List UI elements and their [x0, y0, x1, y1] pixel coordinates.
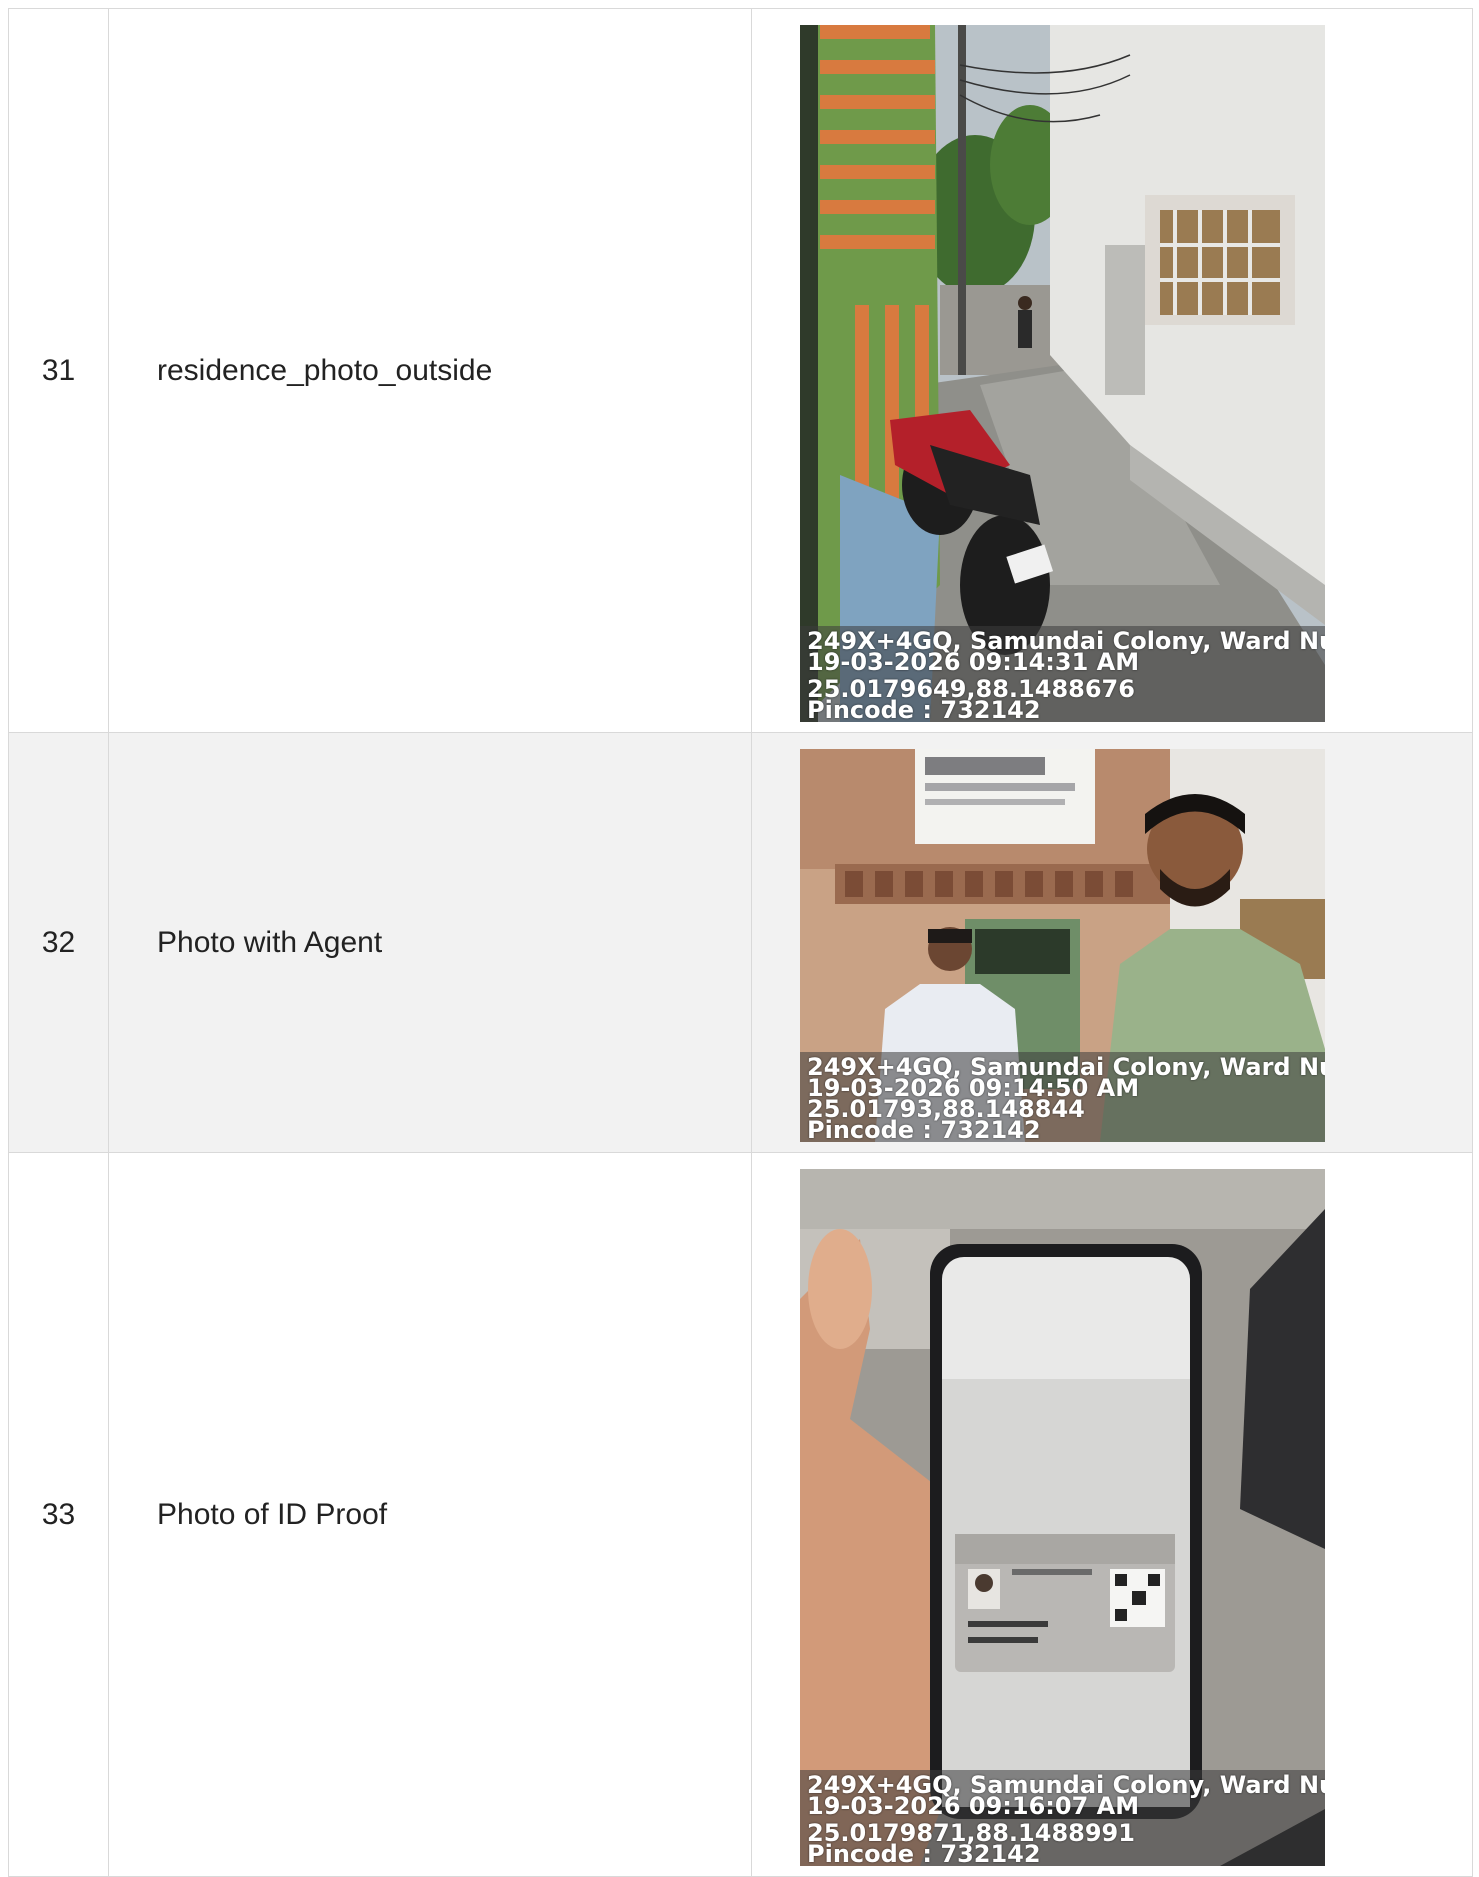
id-proof-photo[interactable]: 249X+4GQ, Samundai Colony, Ward Number 1…: [800, 1169, 1325, 1866]
table-row: 31 residence_photo_outside 249X+4GQ, Sam…: [8, 8, 1473, 733]
row-label: Photo of ID Proof: [108, 1152, 752, 1877]
geo-stamp: 249X+4GQ, Samundai Colony, Ward Number 1…: [800, 1770, 1325, 1866]
geo-stamp: 249X+4GQ, Samundai Colony, Ward Number 1…: [800, 1052, 1325, 1142]
row-number: 32: [8, 732, 109, 1153]
photo-cell: 249X+4GQ, Samundai Colony, Ward Number 1…: [751, 1152, 1473, 1877]
row-number: 33: [8, 1152, 109, 1877]
row-label: residence_photo_outside: [108, 8, 752, 733]
photo-cell: 249X+4GQ, Samundai Colony, Ward Number 1…: [751, 8, 1473, 733]
verification-photo-table: 31 residence_photo_outside 249X+4GQ, Sam…: [8, 8, 1473, 1877]
id-proof-photo-image: [800, 1169, 1325, 1866]
geo-stamp: 249X+4GQ, Samundai Colony, Ward Number 1…: [800, 626, 1325, 722]
table-row: 33 Photo of ID Proof 249X+4GQ, Samundai …: [8, 1152, 1473, 1877]
row-number: 31: [8, 8, 109, 733]
residence-photo[interactable]: 249X+4GQ, Samundai Colony, Ward Number 1…: [800, 25, 1325, 722]
agent-photo[interactable]: 249X+4GQ, Samundai Colony, Ward Number 1…: [800, 749, 1325, 1142]
table-row: 32 Photo with Agent 249X+4GQ, Samundai C…: [8, 732, 1473, 1153]
row-label: Photo with Agent: [108, 732, 752, 1153]
residence-photo-image: [800, 25, 1325, 722]
photo-cell: 249X+4GQ, Samundai Colony, Ward Number 1…: [751, 732, 1473, 1153]
